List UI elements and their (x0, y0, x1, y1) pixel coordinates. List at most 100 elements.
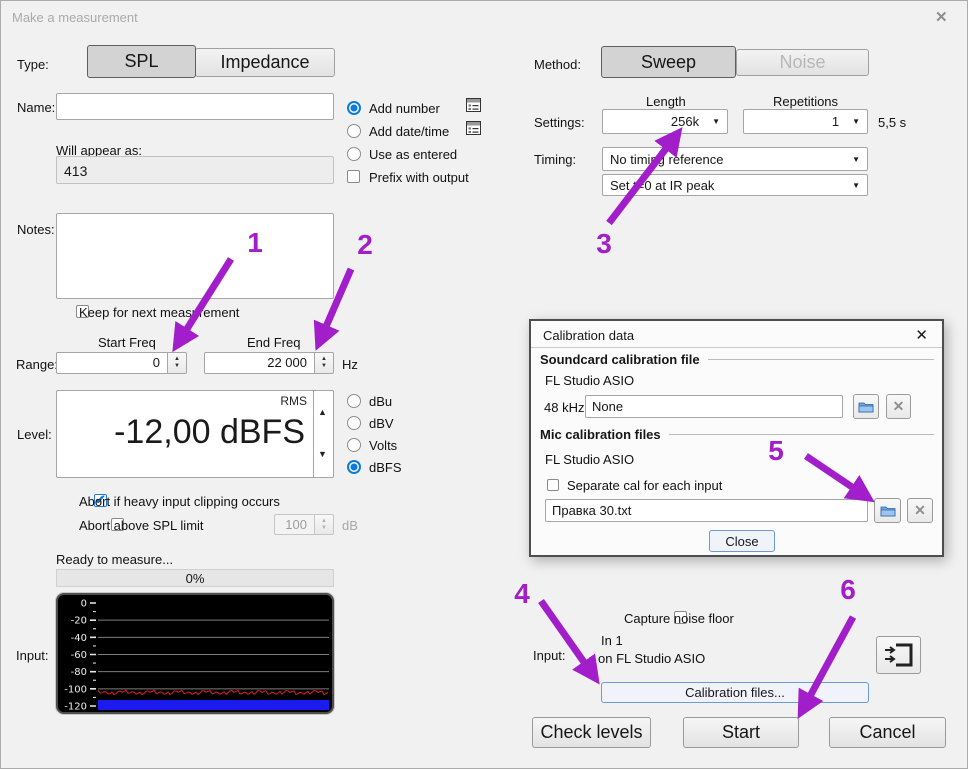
svg-text:-80: -80 (71, 667, 87, 678)
level-spinner[interactable]: ▲ ▼ (313, 391, 333, 477)
svg-text:-120: -120 (64, 702, 87, 713)
unit-dbv-label: dBV (369, 416, 394, 431)
notes-input[interactable] (56, 213, 334, 299)
spl-limit-input[interactable]: 100 (274, 514, 315, 535)
method-noise-label: Noise (779, 52, 826, 72)
chevron-down-icon: ▼ (712, 117, 720, 126)
unit-dbu-label: dBu (369, 394, 393, 409)
input-select-button[interactable] (876, 636, 921, 674)
mic-heading: Mic calibration files (540, 427, 661, 442)
unit-dbu-radio[interactable] (347, 394, 361, 408)
timing-reference-dropdown[interactable]: No timing reference ▼ (602, 147, 868, 171)
soundcard-clear-button[interactable]: ✕ (886, 394, 911, 419)
check-levels-button[interactable]: Check levels (532, 717, 651, 748)
status-text: Ready to measure... (56, 552, 174, 567)
chevron-down-icon: ▼ (852, 117, 860, 126)
start-button[interactable]: Start (683, 717, 799, 748)
mic-browse-button[interactable] (874, 498, 901, 523)
type-spl-button[interactable]: SPL (87, 45, 196, 78)
use-as-entered-radio[interactable] (347, 147, 361, 161)
repetitions-dropdown[interactable]: 1 ▼ (743, 109, 868, 134)
svg-text:-20: -20 (71, 616, 87, 627)
separate-cal-label: Separate cal for each input (567, 478, 723, 493)
method-sweep-button[interactable]: Sweep (601, 46, 736, 78)
bottom-input-label: Input: (533, 648, 566, 663)
spl-limit-spinner[interactable]: ▲ ▼ (315, 514, 334, 535)
spin-down-icon: ▼ (174, 363, 180, 369)
annotation-digit-6: 6 (840, 574, 856, 605)
calibration-dialog-close-icon[interactable]: ✕ (915, 326, 928, 344)
folder-icon (858, 402, 874, 412)
dialog-title-divider (531, 347, 942, 348)
unit-volts-label: Volts (369, 438, 398, 453)
clear-icon: ✕ (892, 398, 905, 414)
timing-t0-dropdown[interactable]: Set t=0 at IR peak ▼ (602, 174, 868, 196)
calibration-close-label: Close (725, 533, 759, 549)
level-display[interactable]: RMS -12,00 dBFS ▲ ▼ (56, 390, 334, 478)
end-freq-label: End Freq (247, 335, 301, 350)
sample-rate-label: 48 kHz (544, 400, 585, 415)
mic-clear-button[interactable]: ✕ (907, 498, 933, 523)
soundcard-heading: Soundcard calibration file (540, 352, 700, 367)
notes-label: Notes: (17, 222, 55, 237)
start-freq-label: Start Freq (98, 335, 156, 350)
end-freq-spinner[interactable]: ▲ ▼ (315, 352, 334, 374)
use-as-entered-label: Use as entered (369, 147, 458, 162)
soundcard-heading-row: Soundcard calibration file (540, 352, 934, 367)
repetitions-label: Repetitions (773, 94, 839, 109)
input-meter-label: Input: (16, 648, 49, 663)
rms-label: RMS (280, 394, 307, 408)
type-label: Type: (17, 57, 49, 72)
input-channel-text: In 1 (601, 633, 623, 648)
progress-percent: 0% (185, 570, 205, 586)
svg-text:-40: -40 (71, 633, 87, 644)
mic-cal-file-field[interactable]: Правка 30.txt (545, 499, 868, 522)
calibration-dialog-title: Calibration data (543, 328, 635, 343)
length-value: 256k (670, 114, 700, 129)
method-noise-button[interactable]: Noise (736, 49, 869, 76)
range-unit-label: Hz (342, 357, 358, 372)
chevron-down-icon: ▼ (852, 180, 860, 190)
clear-icon: ✕ (914, 502, 926, 518)
annotation-digit-3: 3 (596, 228, 612, 259)
calibration-files-button[interactable]: Calibration files... (601, 682, 869, 703)
spin-up-icon: ▲ (321, 517, 327, 524)
separate-cal-checkbox[interactable] (547, 479, 559, 491)
spl-unit-label: dB (342, 518, 358, 533)
duration-text: 5,5 s (878, 115, 907, 130)
capture-noise-floor-label: Capture noise floor (624, 611, 734, 626)
annotation-digit-4: 4 (514, 578, 530, 609)
soundcard-device: FL Studio ASIO (545, 373, 635, 388)
heading-rule (668, 434, 934, 435)
type-spl-label: SPL (124, 51, 159, 71)
cancel-button[interactable]: Cancel (829, 717, 946, 748)
timing-reference-value: No timing reference (610, 151, 724, 167)
start-freq-spinner[interactable]: ▲ ▼ (168, 352, 187, 374)
datetime-format-icon[interactable] (466, 121, 481, 135)
start-freq-input[interactable]: 0 (56, 352, 168, 374)
unit-volts-radio[interactable] (347, 438, 361, 452)
add-datetime-radio[interactable] (347, 124, 361, 138)
level-label: Level: (17, 427, 52, 442)
length-dropdown[interactable]: 256k ▼ (602, 109, 728, 134)
unit-dbv-radio[interactable] (347, 416, 361, 430)
prefix-with-output-label: Prefix with output (369, 170, 469, 185)
keep-for-next-label: Keep for next measurement (79, 305, 240, 320)
unit-dbfs-radio[interactable] (347, 460, 361, 474)
prefix-with-output-checkbox[interactable] (347, 170, 360, 183)
repetitions-value: 1 (831, 114, 840, 129)
soundcard-cal-file-field[interactable]: None (585, 395, 843, 418)
spin-down-icon: ▼ (318, 449, 327, 459)
method-sweep-label: Sweep (640, 51, 697, 72)
add-number-radio[interactable] (347, 101, 361, 115)
number-format-icon[interactable] (466, 98, 481, 112)
spin-up-icon: ▲ (174, 356, 180, 363)
name-input[interactable] (56, 93, 334, 120)
calibration-close-button[interactable]: Close (709, 530, 775, 552)
end-freq-input[interactable]: 22 000 (204, 352, 315, 374)
level-value: -12,00 dBFS (114, 413, 305, 451)
close-icon[interactable]: ✕ (935, 8, 948, 26)
type-impedance-button[interactable]: Impedance (195, 48, 335, 77)
abort-spl-label: Abort above SPL limit (79, 518, 204, 533)
soundcard-browse-button[interactable] (853, 394, 879, 419)
